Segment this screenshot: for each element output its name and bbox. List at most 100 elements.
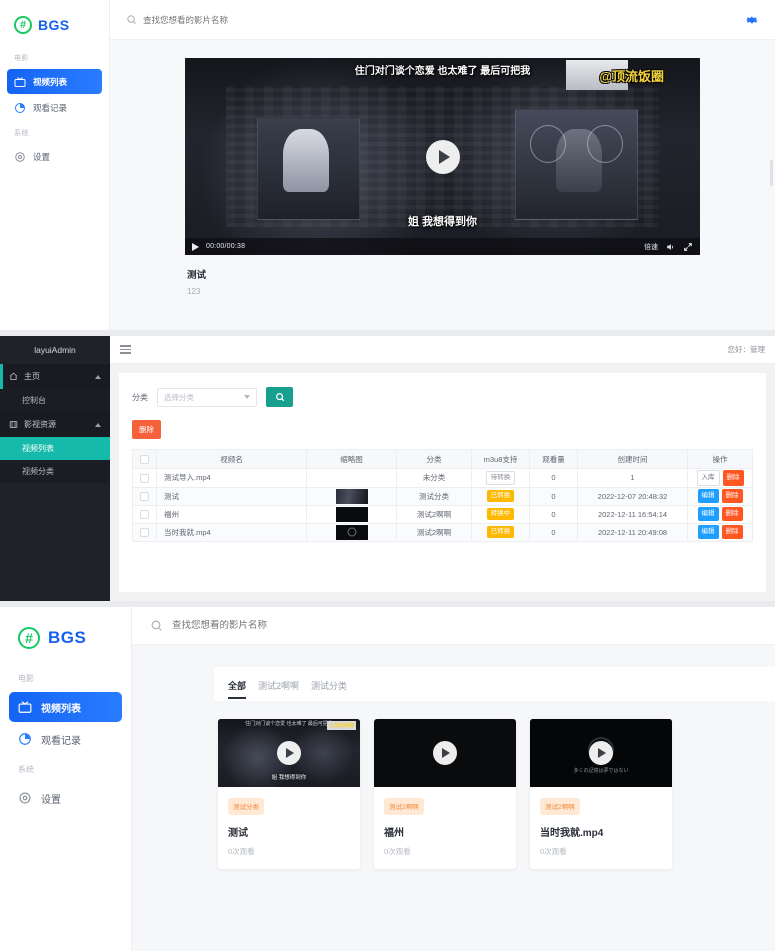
delete-button[interactable]: 删除 [721,507,743,521]
admin-nav-video-list[interactable]: 视频列表 [0,437,110,460]
card-thumbnail[interactable] [374,719,516,787]
admin-nav-media-resources[interactable]: 影视资源 [0,412,110,437]
cell-created: 1 [577,468,688,488]
cell-created: 2022-12-11 16:54:14 [577,504,688,524]
page-scrollbar[interactable] [770,160,773,186]
status-badge: 已转换 [486,525,515,539]
top-bar [132,607,775,645]
cell-actions: 编辑 删除 [687,504,753,524]
table-row[interactable]: 当时我就.mp4 测试2啊啊 已转换 0 2022-12-11 20:49:08… [132,522,753,542]
play-icon[interactable] [433,741,457,765]
tab-category-1[interactable]: 测试2啊啊 [258,679,299,701]
table-row[interactable]: 测试导入.mp4 未分类 待转换 0 1 入库 删除 [132,468,753,488]
table-row[interactable]: 测试 测试分类 已转换 0 2022-12-07 20:48:32 编辑 删除 [132,486,753,506]
thumbnail-watermark: @顶流饭圈 [327,721,356,730]
admin-nav-label: 控制台 [22,396,46,405]
category-select[interactable]: 选择分类 [157,387,257,407]
cell-category: 测试2啊啊 [396,504,472,524]
delete-button[interactable]: 删除 [721,525,743,539]
row-select-cell [132,504,157,524]
nav-section-label-movies: 电影 [18,674,34,683]
video-browse-page: BGS 电影 视频列表 观看记录 系统 设置 [0,607,775,951]
search-input[interactable] [143,14,403,25]
status-badge: 转换中 [486,507,515,521]
nav-section-label-system: 系统 [14,130,29,137]
delete-button[interactable]: 删除 [722,470,744,486]
thumbnail-image [335,488,368,504]
search-box[interactable] [126,14,737,25]
play-icon[interactable] [277,741,301,765]
admin-body: 您好：管理 分类 选择分类 删除 视频名 缩略图 分类 m3u8支持 观看量 创… [110,336,775,601]
sidebar-item-video-list[interactable]: 视频列表 [9,692,122,722]
chevron-up-icon [95,374,101,379]
sidebar: BGS 电影 视频列表 观看记录 系统 设置 [0,0,110,330]
sidebar-item-label: 观看记录 [41,735,81,747]
admin-nav-label: 视频分类 [22,467,54,476]
edit-button[interactable]: 编辑 [697,525,719,539]
cell-actions: 编辑 删除 [687,486,753,506]
cell-name: 福州 [156,504,307,524]
admin-nav-home[interactable]: 主页 [0,364,110,389]
edit-button[interactable]: 编辑 [697,507,719,521]
gear-icon[interactable] [745,13,759,27]
cell-category: 测试分类 [396,486,472,506]
film-icon [9,421,18,428]
tv-icon [18,701,32,713]
hamburger-icon[interactable] [120,345,131,354]
edit-button[interactable]: 编辑 [697,489,719,503]
video-card[interactable]: 多くの記憶は夢ではない 测试2啊啊 当时我就.mp4 0次观看 [530,719,672,869]
status-badge: 待转换 [485,470,516,485]
tab-category-2[interactable]: 测试分类 [311,679,347,701]
delete-button[interactable]: 删除 [721,489,743,503]
sidebar-item-settings[interactable]: 设置 [9,783,122,813]
table-row[interactable]: 福州 测试2啊啊 转换中 0 2022-12-11 16:54:14 编辑 删除 [132,504,753,524]
cell-actions: 入库 删除 [687,468,753,488]
play-icon[interactable] [192,242,199,251]
playback-speed-button[interactable]: 倍速 [644,242,658,252]
filter-bar: 分类 选择分类 [132,387,753,419]
row-checkbox[interactable] [140,527,149,537]
sidebar-item-label: 视频列表 [41,703,81,715]
hash-circle-icon [18,627,40,649]
fullscreen-icon[interactable] [683,242,693,252]
sidebar-item-settings[interactable]: 设置 [7,144,102,169]
video-card[interactable]: 住门对门谈个恋爱 也太难了 最后可把我 @顶流饭圈 姐 我想得到你 测试分类 测… [218,719,360,869]
cell-views: 0 [529,486,578,506]
admin-nav-video-category[interactable]: 视频分类 [0,460,110,483]
gear-icon [15,151,25,162]
bulk-delete-button[interactable]: 删除 [132,420,161,439]
cell-created: 2022-12-11 20:49:08 [577,522,688,542]
category-tag: 测试2啊啊 [540,797,580,815]
cell-created: 2022-12-07 20:48:32 [577,486,688,506]
row-checkbox[interactable] [140,491,149,501]
col-views: 观看量 [529,449,578,469]
main-area: 住门对门谈个恋爱 也太难了 最后可把我 @顶流饭圈 姐 我想得到你 00:00/… [110,0,775,330]
select-all-checkbox[interactable] [140,454,149,464]
video-player[interactable]: 住门对门谈个恋爱 也太难了 最后可把我 @顶流饭圈 姐 我想得到你 00:00/… [185,58,700,255]
sidebar-item-watch-history[interactable]: 观看记录 [7,95,102,120]
play-button-overlay[interactable] [425,139,460,174]
card-thumbnail[interactable]: 多くの記憶は夢ではない [530,719,672,787]
sidebar-item-watch-history[interactable]: 观看记录 [9,724,122,754]
tv-icon [14,76,26,87]
video-table: 视频名 缩略图 分类 m3u8支持 观看量 创建时间 操作 测试导入.mp4 未… [132,449,753,542]
sidebar-item-video-list[interactable]: 视频列表 [7,69,102,94]
category-tabs: 全部 测试2啊啊 测试分类 [214,667,775,701]
subtitle-bottom: 姐 我想得到你 [407,216,478,228]
volume-icon[interactable] [665,242,676,252]
row-checkbox[interactable] [140,473,149,483]
cell-m3u8: 已转换 [471,522,530,542]
play-icon[interactable] [589,741,613,765]
import-button[interactable]: 入库 [696,470,720,486]
scene-figure-left [282,128,330,192]
admin-nav-console[interactable]: 控制台 [0,389,110,412]
search-button[interactable] [266,387,293,407]
search-input[interactable] [172,620,472,631]
cell-name: 测试 [156,486,307,506]
row-checkbox[interactable] [140,509,149,519]
tab-all[interactable]: 全部 [228,679,247,701]
video-card[interactable]: 测试2啊啊 福州 0次观看 [374,719,516,869]
thumbnail-image [335,506,368,522]
card-thumbnail[interactable]: 住门对门谈个恋爱 也太难了 最后可把我 @顶流饭圈 姐 我想得到你 [218,719,360,787]
cell-thumb [306,486,397,506]
